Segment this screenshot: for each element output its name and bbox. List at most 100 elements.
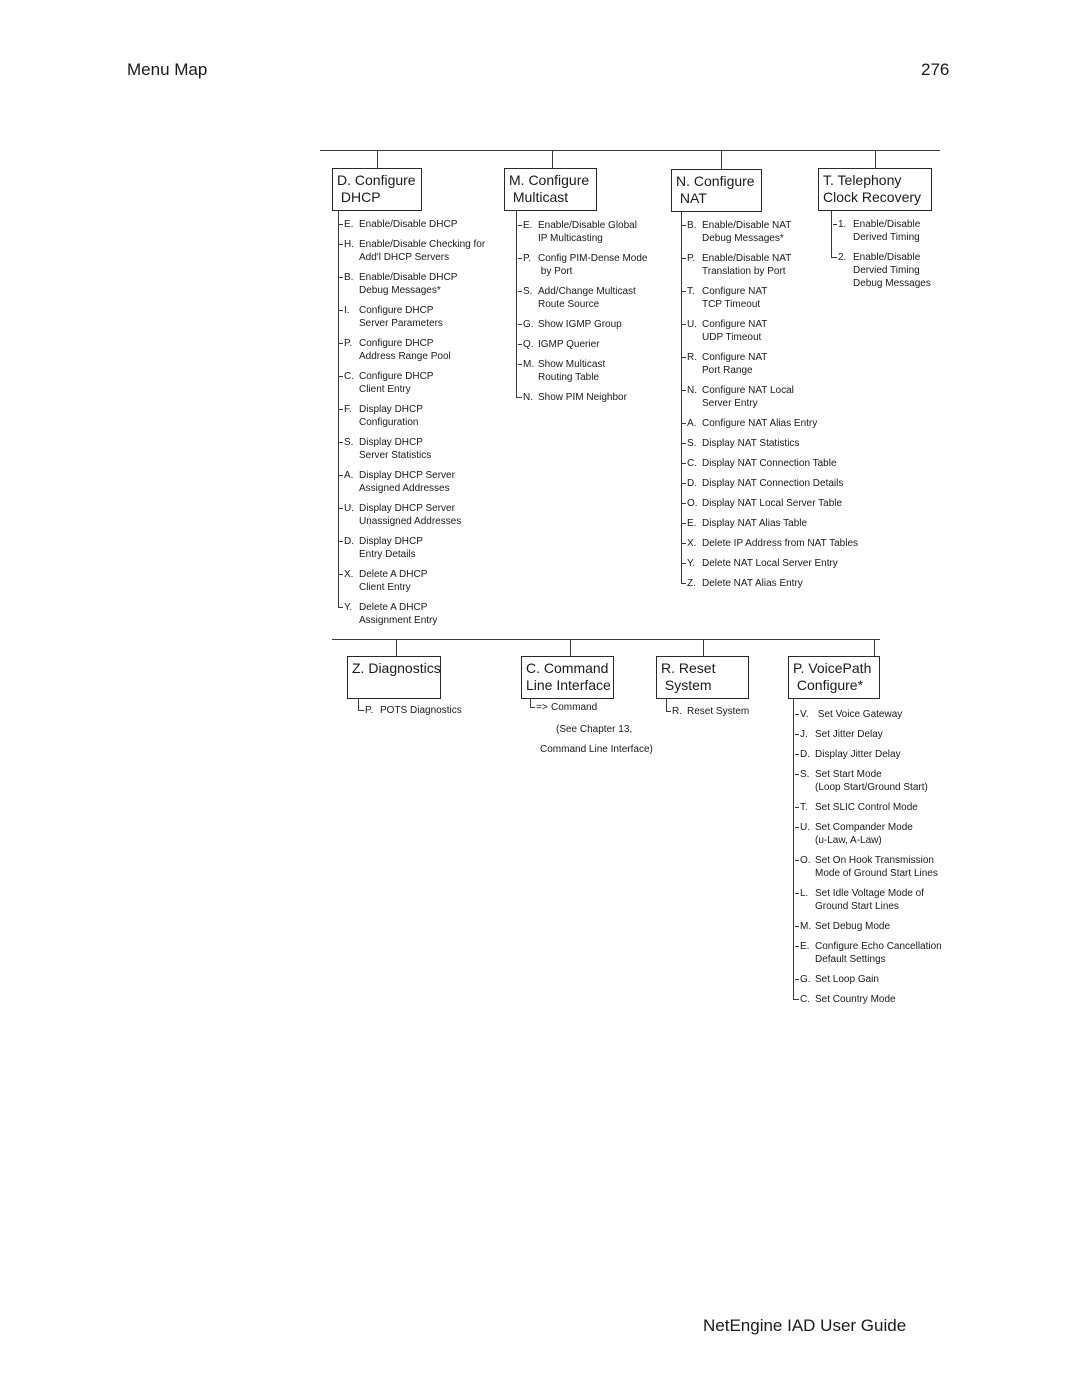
menu-item[interactable]: O. Display NAT Local Server Table bbox=[682, 497, 842, 510]
menu-node-box[interactable]: T. Telephony Clock Recovery bbox=[818, 168, 932, 211]
menu-item-label: Set Voice Gateway bbox=[815, 709, 903, 720]
tree-branch-tick bbox=[339, 541, 343, 542]
menu-item[interactable]: Q. IGMP Querier bbox=[518, 338, 600, 351]
tree-branch-tick bbox=[795, 754, 799, 755]
menu-item[interactable]: P. POTS Diagnostics bbox=[360, 704, 462, 717]
tree-branch-tick bbox=[518, 344, 522, 345]
menu-node-box[interactable]: N. Configure NAT bbox=[671, 169, 762, 212]
menu-item[interactable]: P. Config PIM-Dense Mode by Port bbox=[518, 252, 648, 278]
menu-item-key: P. bbox=[523, 253, 532, 264]
tree-branch-tick bbox=[795, 860, 799, 861]
menu-item[interactable]: 1. Enable/Disable Derived Timing bbox=[833, 218, 920, 244]
menu-item[interactable]: X. Delete A DHCP Client Entry bbox=[339, 568, 427, 594]
menu-item[interactable]: T. Set SLIC Control Mode bbox=[795, 801, 918, 814]
menu-item[interactable]: V. Set Voice Gateway bbox=[795, 708, 903, 721]
menu-node-box[interactable]: Z. Diagnostics bbox=[347, 656, 441, 699]
menu-item[interactable]: T. Configure NAT TCP Timeout bbox=[682, 285, 767, 311]
tree-branch-tick bbox=[795, 774, 799, 775]
menu-item[interactable]: E. Configure Echo Cancellation Default Se… bbox=[795, 940, 942, 966]
menu-item[interactable]: D. Display NAT Connection Details bbox=[682, 477, 843, 490]
menu-item[interactable]: G. Set Loop Gain bbox=[795, 973, 879, 986]
menu-item[interactable]: L. Set Idle Voltage Mode of Ground Start … bbox=[795, 887, 924, 913]
menu-item[interactable]: M. Show Multicast Routing Table bbox=[518, 358, 606, 384]
menu-node-box[interactable]: R. Reset System bbox=[656, 656, 749, 699]
menu-item[interactable]: Z. Delete NAT Alias Entry bbox=[682, 577, 803, 590]
menu-item-label: Show Multicast Routing Table bbox=[538, 359, 606, 383]
menu-item[interactable]: M. Set Debug Mode bbox=[795, 920, 890, 933]
menu-item[interactable]: Y. Delete A DHCP Assignment Entry bbox=[339, 601, 437, 627]
tree-branch-tick bbox=[339, 508, 343, 509]
branch-line bbox=[396, 639, 397, 656]
menu-item[interactable]: O. Set On Hook Transmission Mode of Groun… bbox=[795, 854, 938, 880]
menu-node-box[interactable]: M. Configure Multicast bbox=[504, 168, 597, 211]
menu-item-label: Configure DHCP Address Range Pool bbox=[359, 338, 451, 362]
menu-item-label: Set Compander Mode (u-Law, A-Law) bbox=[815, 822, 913, 846]
menu-item[interactable]: X. Delete IP Address from NAT Tables bbox=[682, 537, 859, 550]
menu-item-label: Set Jitter Delay bbox=[815, 729, 883, 740]
menu-item[interactable]: C. Set Country Mode bbox=[795, 993, 896, 1006]
menu-item[interactable]: J. Set Jitter Delay bbox=[795, 728, 883, 741]
menu-item-key: U. bbox=[344, 503, 354, 514]
menu-node-box[interactable]: C. Command Line Interface bbox=[521, 656, 614, 699]
menu-item-key: 1. bbox=[838, 219, 847, 230]
menu-item[interactable]: S. Set Start Mode (Loop Start/Ground Star… bbox=[795, 768, 928, 794]
menu-item[interactable]: N. Show PIM Neighbor bbox=[518, 391, 627, 404]
menu-item[interactable]: E. Enable/Disable DHCP bbox=[339, 218, 458, 231]
menu-item-label: Enable/Disable Checking for Add'l DHCP S… bbox=[359, 239, 486, 263]
menu-item[interactable]: D. Display DHCP Entry Details bbox=[339, 535, 423, 561]
menu-item-label: Enable/Disable NAT Debug Messages* bbox=[702, 220, 792, 244]
tree-end-tick bbox=[793, 999, 798, 1000]
menu-item-key: J. bbox=[800, 729, 808, 740]
menu-item-key: P. bbox=[365, 705, 374, 716]
menu-item[interactable]: A. Configure NAT Alias Entry bbox=[682, 417, 817, 430]
menu-item[interactable]: E. Display NAT Alias Table bbox=[682, 517, 807, 530]
menu-item[interactable]: E. Enable/Disable Global IP Multicasting bbox=[518, 219, 637, 245]
footer-title: NetEngine IAD User Guide bbox=[703, 1316, 907, 1335]
menu-item-label: Enable/Disable NAT Translation by Port bbox=[702, 253, 792, 277]
menu-item[interactable]: => Command bbox=[531, 701, 597, 714]
tree-branch-tick bbox=[682, 423, 686, 424]
menu-item-label: Enable/Disable DHCP bbox=[359, 219, 458, 230]
menu-item[interactable]: U. Configure NAT UDP Timeout bbox=[682, 318, 767, 344]
menu-item-key: U. bbox=[687, 319, 697, 330]
menu-item-label: Display DHCP Entry Details bbox=[359, 536, 423, 560]
menu-item[interactable]: A. Display DHCP Server Assigned Addresses bbox=[339, 469, 455, 495]
menu-item[interactable]: 2. Enable/Disable Dervied Timing Debug Me… bbox=[833, 251, 931, 290]
tree-branch-tick bbox=[795, 926, 799, 927]
tree-branch-tick bbox=[518, 291, 522, 292]
menu-item[interactable]: R. Reset System bbox=[667, 705, 749, 718]
menu-item[interactable]: D. Display Jitter Delay bbox=[795, 748, 901, 761]
menu-node-box[interactable]: P. VoicePath Configure* bbox=[788, 656, 880, 699]
branch-line bbox=[552, 150, 553, 168]
menu-item[interactable]: P. Enable/Disable NAT Translation by Port bbox=[682, 252, 792, 278]
menu-item-label: Delete IP Address from NAT Tables bbox=[702, 538, 859, 549]
menu-item-key: S. bbox=[523, 286, 533, 297]
menu-item[interactable]: R. Configure NAT Port Range bbox=[682, 351, 767, 377]
tree-branch-tick bbox=[833, 224, 837, 225]
tree-end-tick bbox=[666, 711, 671, 712]
menu-item-label: Delete NAT Alias Entry bbox=[702, 578, 803, 589]
menu-item[interactable]: B. Enable/Disable DHCP Debug Messages* bbox=[339, 271, 457, 297]
menu-item[interactable]: P. Configure DHCP Address Range Pool bbox=[339, 337, 451, 363]
tree-branch-tick bbox=[682, 483, 686, 484]
menu-item-label: Display Jitter Delay bbox=[815, 749, 901, 760]
menu-item[interactable]: N. Configure NAT Local Server Entry bbox=[682, 384, 794, 410]
menu-item[interactable]: U. Set Compander Mode (u-Law, A-Law) bbox=[795, 821, 913, 847]
menu-item-label: POTS Diagnostics bbox=[380, 705, 462, 716]
menu-item[interactable]: G. Show IGMP Group bbox=[518, 318, 622, 331]
menu-item[interactable]: S. Add/Change Multicast Route Source bbox=[518, 285, 636, 311]
menu-item[interactable]: Y. Delete NAT Local Server Entry bbox=[682, 557, 838, 570]
menu-item[interactable]: S. Display NAT Statistics bbox=[682, 437, 799, 450]
menu-item-key: D. bbox=[344, 536, 354, 547]
menu-item[interactable]: I. Configure DHCP Server Parameters bbox=[339, 304, 443, 330]
menu-item[interactable]: H. Enable/Disable Checking for Add'l DHCP… bbox=[339, 238, 486, 264]
menu-item[interactable]: F. Display DHCP Configuration bbox=[339, 403, 423, 429]
menu-item[interactable]: C. Display NAT Connection Table bbox=[682, 457, 837, 470]
menu-item[interactable]: S. Display DHCP Server Statistics bbox=[339, 436, 431, 462]
tree-branch-tick bbox=[682, 357, 686, 358]
menu-item[interactable]: U. Display DHCP Server Unassigned Address… bbox=[339, 502, 461, 528]
tree-end-tick bbox=[831, 257, 836, 258]
menu-item[interactable]: C. Configure DHCP Client Entry bbox=[339, 370, 433, 396]
menu-item[interactable]: B. Enable/Disable NAT Debug Messages* bbox=[682, 219, 792, 245]
menu-node-box[interactable]: D. Configure DHCP bbox=[332, 168, 422, 211]
